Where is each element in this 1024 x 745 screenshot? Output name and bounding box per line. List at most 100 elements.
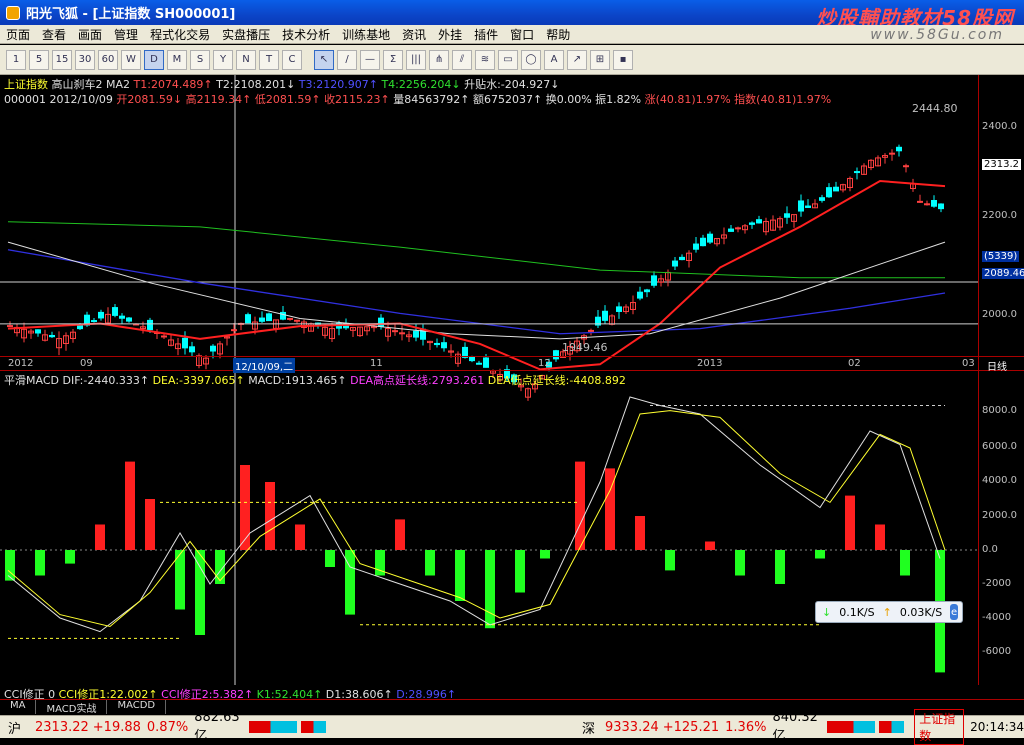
period-day-button[interactable]: D [144,49,164,70]
candle-body [903,165,909,168]
candle-body [616,306,622,312]
amount-value: 额6752037↑ [473,93,543,106]
macd-histogram-bar [775,550,785,584]
index-change-value: 指数(40.81)1.97% [734,93,832,106]
network-speed-widget[interactable]: ↓ 0.1K/S ↑ 0.03K/S e [815,601,963,623]
index-selector[interactable]: 上证指数 [914,709,965,745]
date-label-02: 02 [848,358,861,369]
date-label-11: 11 [370,358,383,369]
macd-histogram-bar [395,519,405,550]
menu-item-info[interactable]: 资讯 [396,26,432,43]
tab-macdd[interactable]: MACDD [107,700,167,714]
indicator-tabs: MA MACD实战 MACDD [0,699,1024,715]
draw-arrow-icon[interactable]: ↗ [567,49,587,70]
period-year-button[interactable]: Y [213,49,233,70]
period-month-button[interactable]: M [167,49,187,70]
price-tick: 2400.0 [982,121,1017,132]
period-week-button[interactable]: W [121,49,141,70]
menu-item-view[interactable]: 查看 [36,26,72,43]
period-multi-button[interactable]: N [236,49,256,70]
draw-rect-icon[interactable]: ▭ [498,49,518,70]
dea-low-value: DEA低点延长线:-4408.892 [487,374,626,387]
close-value: 收2115.23↑ [324,93,390,106]
toolbar: 1 5 15 30 60 W D M S Y N T C ↖ / — Σ |||… [0,45,1024,75]
candle-body [679,256,685,261]
menu-item-manage[interactable]: 管理 [108,26,144,43]
candle-body [889,152,895,155]
macd-histogram-bar [295,524,305,550]
draw-grid-icon[interactable]: ⊞ [590,49,610,70]
candle-body [588,329,594,332]
draw-hline-icon[interactable]: — [360,49,380,70]
draw-wave-icon[interactable]: ≋ [475,49,495,70]
macd-histogram-bar [735,550,745,576]
period-15min-button[interactable]: 15 [52,49,72,70]
sh-change: +19.88 [92,719,141,735]
browser-icon[interactable]: e [950,604,958,620]
save-icon[interactable]: ▪ [613,49,633,70]
period-30min-button[interactable]: 30 [75,49,95,70]
download-arrow-icon: ↓ [822,605,832,619]
candle-body [210,345,216,352]
draw-line-icon[interactable]: / [337,49,357,70]
ma-name: MA2 [106,78,131,91]
candle-body [441,342,447,349]
period-1min-button[interactable]: 1 [6,49,26,70]
period-season-button[interactable]: S [190,49,210,70]
candle-body [119,315,125,319]
menu-item-program-trade[interactable]: 程式化交易 [144,26,216,43]
sz-percent: 1.36% [725,719,767,735]
title-bar: 阳光飞狐 - [上证指数 SH000001] 炒股輔助教材58股网 [0,0,1024,30]
macd-histogram-bar [65,550,75,564]
tab-macd-practice[interactable]: MACD实战 [36,700,108,715]
macd-header: 平滑MACD DIF:-2440.333↑ DEA:-3397.065↑ MAC… [4,372,626,388]
draw-fan-icon[interactable]: ⋔ [429,49,449,70]
tab-ma[interactable]: MA [0,700,37,714]
period-5min-button[interactable]: 5 [29,49,49,70]
candle-body [637,291,643,299]
menu-item-live[interactable]: 实盘播压 [216,26,276,43]
upload-arrow-icon: ↑ [882,605,892,619]
draw-cursor-icon[interactable]: ↖ [314,49,334,70]
sh-percent: 0.87% [146,719,189,735]
turnover-value: 换0.00% [545,93,592,106]
low-price-label: 1949.46 [562,341,608,354]
sh-price: 2313.22 [35,719,89,735]
draw-vlines-icon[interactable]: ||| [406,49,426,70]
menu-item-training[interactable]: 训练基地 [336,26,396,43]
change-value: 涨(40.81)1.97% [644,93,731,106]
candle-body [7,325,13,328]
period-tick-button[interactable]: T [259,49,279,70]
sh-label: 沪 [8,721,22,737]
macd-tick: 4000.0 [982,475,1017,486]
price-header-2: 000001 2012/10/09 开2081.59↓ 高2119.34↑ 低2… [4,91,831,107]
index-name: 上证指数 [4,78,48,91]
sz-strength-bar-2 [879,721,905,733]
menu-item-help[interactable]: 帮助 [540,26,576,43]
draw-channel-icon[interactable]: ⫽ [452,49,472,70]
macd-histogram-bar [125,461,135,550]
stock-code: 000001 [4,93,46,106]
high-value: 高2119.34↑ [185,93,252,106]
draw-fib-icon[interactable]: Σ [383,49,403,70]
menu-item-page[interactable]: 页面 [0,26,36,43]
menu-item-window[interactable]: 窗口 [504,26,540,43]
draw-ellipse-icon[interactable]: ◯ [521,49,541,70]
candle-body [287,317,293,320]
macd-histogram-bar [875,524,885,550]
macd-histogram-bar [665,550,675,571]
menu-item-screen[interactable]: 画面 [72,26,108,43]
draw-text-icon[interactable]: A [544,49,564,70]
period-60min-button[interactable]: 60 [98,49,118,70]
macd-histogram-bar [265,482,275,550]
t2-value: T2:2108.201↓ [216,78,296,91]
menu-item-tech-analysis[interactable]: 技术分析 [276,26,336,43]
macd-histogram-bar [515,550,525,593]
clock: 20:14:34 [970,720,1024,734]
period-custom-button[interactable]: C [282,49,302,70]
macd-tick: 6000.0 [982,441,1017,452]
candle-body [182,337,188,349]
menu-item-plugin[interactable]: 插件 [468,26,504,43]
macd-tick: 8000.0 [982,405,1017,416]
menu-item-external[interactable]: 外挂 [432,26,468,43]
